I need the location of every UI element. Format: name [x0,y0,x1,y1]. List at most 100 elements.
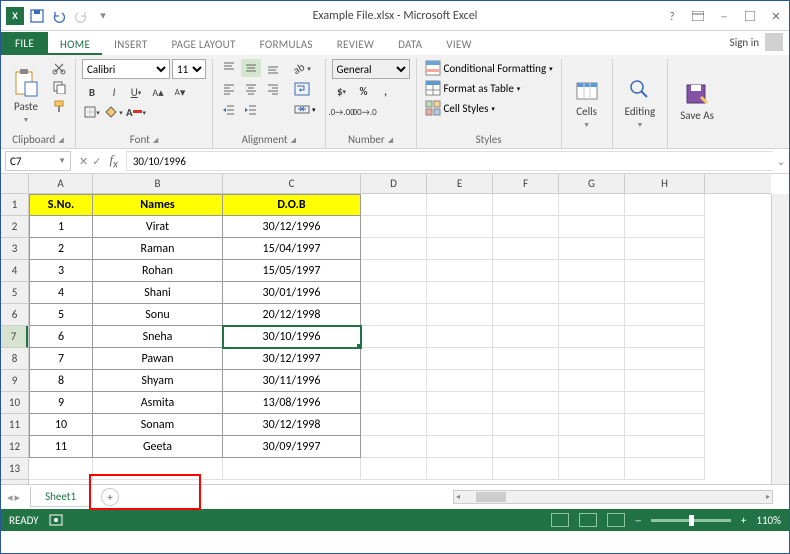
cell-F11[interactable] [493,414,559,436]
page-layout-view-icon[interactable] [579,513,597,527]
cell-B11[interactable]: Sonam [93,414,223,436]
cell-C11[interactable]: 30/12/1998 [223,414,361,436]
select-all-corner[interactable] [1,174,29,194]
cell-H4[interactable] [625,260,705,282]
cell-A2[interactable]: 1 [29,216,93,238]
tab-view[interactable]: VIEW [434,34,483,55]
cell-B7[interactable]: Sneha [93,326,223,348]
cell-H1[interactable] [625,194,705,216]
cell-G11[interactable] [559,414,625,436]
row-header-12[interactable]: 12 [1,436,28,458]
cell-D12[interactable] [361,436,427,458]
row-header-3[interactable]: 3 [1,238,28,260]
cell-C9[interactable]: 30/11/1996 [223,370,361,392]
cell-styles-button[interactable]: Cell Styles▾ [423,99,555,117]
help-icon[interactable]: ? [659,5,685,27]
column-header-B[interactable]: B [93,174,223,193]
row-header-4[interactable]: 4 [1,260,28,282]
cell-C12[interactable]: 30/09/1997 [223,436,361,458]
dialog-launcher-icon[interactable]: ◢ [58,135,63,144]
column-header-E[interactable]: E [427,174,493,193]
macro-record-icon[interactable] [49,514,63,526]
cell-A8[interactable]: 7 [29,348,93,370]
cell-G2[interactable] [559,216,625,238]
cell-F12[interactable] [493,436,559,458]
cell-C10[interactable]: 13/08/1996 [223,392,361,414]
tab-file[interactable]: FILE [1,32,48,55]
cell-D2[interactable] [361,216,427,238]
row-header-7[interactable]: 7 [1,326,28,348]
cell-C5[interactable]: 30/01/1996 [223,282,361,304]
qat-dropdown-icon[interactable]: ▾ [93,6,113,26]
cell-D11[interactable] [361,414,427,436]
cell-E8[interactable] [427,348,493,370]
cell-B4[interactable]: Rohan [93,260,223,282]
decrease-decimal-icon[interactable]: .00→.0 [354,103,374,121]
cell-G10[interactable] [559,392,625,414]
cell-E1[interactable] [427,194,493,216]
cell-F5[interactable] [493,282,559,304]
cut-icon[interactable] [49,59,69,77]
cell-E6[interactable] [427,304,493,326]
font-size-select[interactable]: 11 [172,59,206,79]
sign-in[interactable]: Sign in [730,33,783,51]
cell-E7[interactable] [427,326,493,348]
sheet-nav-first-icon[interactable]: ◂ [7,491,13,504]
editing-button[interactable]: Editing▼ [619,59,662,146]
cell-B10[interactable]: Asmita [93,392,223,414]
tab-insert[interactable]: INSERT [102,34,159,55]
cell-H9[interactable] [625,370,705,392]
vertical-scrollbar[interactable] [771,194,789,484]
cell-H13[interactable] [625,458,705,480]
cell-F6[interactable] [493,304,559,326]
cell-E10[interactable] [427,392,493,414]
cell-H6[interactable] [625,304,705,326]
dialog-launcher-icon[interactable]: ◢ [388,135,393,144]
dialog-launcher-icon[interactable]: ◢ [153,135,158,144]
paste-button[interactable]: Paste ▼ [7,59,45,133]
cells-button[interactable]: Cells▼ [568,59,606,146]
bold-icon[interactable]: B [82,83,102,101]
tab-formulas[interactable]: FORMULAS [248,34,325,55]
cell-F13[interactable] [493,458,559,480]
excel-icon[interactable]: X [5,6,25,26]
cell-G12[interactable] [559,436,625,458]
expand-formula-icon[interactable]: ⌄ [773,155,789,168]
cell-E12[interactable] [427,436,493,458]
cell-E4[interactable] [427,260,493,282]
scroll-thumb[interactable] [476,492,506,502]
cell-E13[interactable] [427,458,493,480]
cell-G4[interactable] [559,260,625,282]
format-as-table-button[interactable]: Format as Table▾ [423,79,555,97]
minimize-icon[interactable]: ─ [711,5,737,27]
fx-icon[interactable]: fx [109,152,117,171]
save-icon[interactable] [27,6,47,26]
align-bottom-icon[interactable] [263,59,283,77]
cell-C2[interactable]: 30/12/1996 [223,216,361,238]
zoom-out-icon[interactable]: ─ [635,514,641,527]
merge-center-button[interactable]: ▾ [291,101,319,117]
cell-E9[interactable] [427,370,493,392]
ribbon-display-icon[interactable] [685,5,711,27]
cell-F2[interactable] [493,216,559,238]
cell-F3[interactable] [493,238,559,260]
cell-A7[interactable]: 6 [29,326,93,348]
column-header-H[interactable]: H [625,174,705,193]
cell-E2[interactable] [427,216,493,238]
redo-icon[interactable] [71,6,91,26]
undo-icon[interactable] [49,6,69,26]
cell-A10[interactable]: 9 [29,392,93,414]
cell-A11[interactable]: 10 [29,414,93,436]
cell-D6[interactable] [361,304,427,326]
cell-B12[interactable]: Geeta [93,436,223,458]
cell-G9[interactable] [559,370,625,392]
cell-G6[interactable] [559,304,625,326]
italic-icon[interactable]: I [104,83,124,101]
cell-H12[interactable] [625,436,705,458]
tab-review[interactable]: REVIEW [325,34,386,55]
column-header-A[interactable]: A [29,174,93,193]
cell-C3[interactable]: 15/04/1997 [223,238,361,260]
font-color-icon[interactable]: A▾ [126,103,146,121]
row-header-6[interactable]: 6 [1,304,28,326]
tab-home[interactable]: HOME [48,34,102,55]
